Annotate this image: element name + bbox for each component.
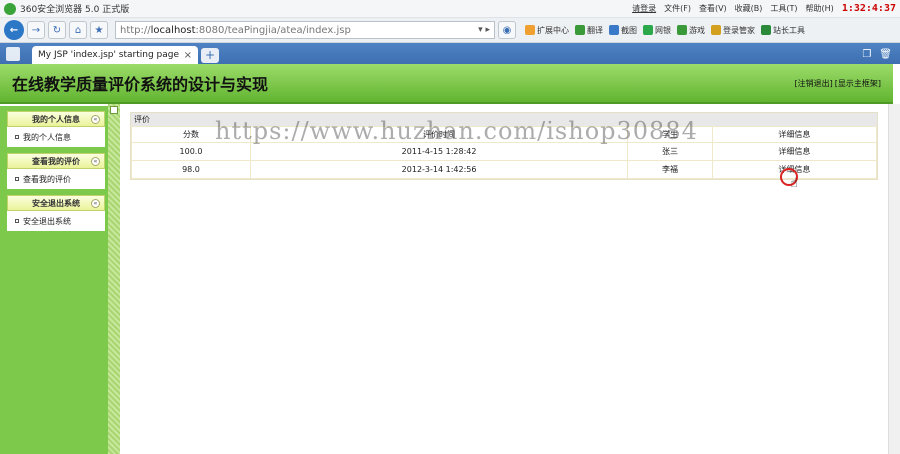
menu-header-logout[interactable]: 安全退出系统 « xyxy=(7,195,105,211)
menu-view[interactable]: 查看(V) xyxy=(699,3,727,14)
bullet-icon xyxy=(15,135,19,139)
webmaster-icon xyxy=(761,24,771,35)
panel-title: 评价 xyxy=(131,113,877,126)
header-links: [注销退出] [显示主框架] xyxy=(795,78,882,89)
address-bar[interactable]: http://localhost:8080/teaPingjia/atea/in… xyxy=(115,21,495,39)
tab-index-jsp[interactable]: My JSP 'index.jsp' starting page × xyxy=(32,46,198,64)
address-dropdown-icon[interactable]: ▾ ▸ xyxy=(478,25,490,35)
ext-center-icon xyxy=(525,24,535,35)
evaluation-panel: 评价 分数 评价时间 学生 详细信息 100.0 2011-4-15 1:28:… xyxy=(130,112,878,180)
url-host: localhost xyxy=(150,24,196,36)
url-prefix: http:// xyxy=(120,24,151,36)
detail-link[interactable]: 详细信息 xyxy=(711,142,878,161)
login-link[interactable]: 请登录 xyxy=(632,3,656,14)
vertical-scrollbar[interactable] xyxy=(888,104,900,454)
frame-splitter[interactable] xyxy=(108,104,120,454)
table-header-row: 分数 评价时间 学生 详细信息 xyxy=(131,126,878,143)
hand-cursor-icon: ☝ xyxy=(790,176,798,191)
refresh-icon[interactable]: ↻ xyxy=(48,21,66,39)
menu-item-evaluations[interactable]: 查看我的评价 xyxy=(7,169,105,189)
close-icon[interactable]: × xyxy=(184,50,192,61)
screenshot-icon xyxy=(609,24,619,35)
collapse-icon[interactable]: « xyxy=(91,157,100,166)
page-title: 在线教学质量评价系统的设计与实现 xyxy=(12,75,269,94)
menu-tools[interactable]: 工具(T) xyxy=(770,3,797,14)
menu-item-logout[interactable]: 安全退出系统 xyxy=(7,211,105,231)
ext-bank[interactable]: 网银 xyxy=(643,24,671,36)
clock-readout: 1:32:4:37 xyxy=(841,3,896,14)
shield-icon[interactable]: ◉ xyxy=(498,21,516,39)
menu-file[interactable]: 文件(F) xyxy=(664,3,691,14)
left-menu-pane: 我的个人信息 « 我的个人信息 查看我的评价 « 查看我的评价 安全退出系统 « 安全… xyxy=(0,106,108,454)
bullet-icon xyxy=(15,219,19,223)
bank-icon xyxy=(643,24,653,35)
tab-label: My JSP 'index.jsp' starting page xyxy=(38,50,180,60)
bullet-icon xyxy=(15,177,19,181)
show-main-frame-link[interactable]: [显示主框架] xyxy=(835,78,881,89)
browser-logo-icon xyxy=(4,2,16,15)
browser-menu: 请登录 文件(F) 查看(V) 收藏(B) 工具(T) 帮助(H) 1:32:4… xyxy=(632,3,896,14)
trash-icon[interactable]: 🗑 xyxy=(879,49,892,60)
menu-group-profile: 我的个人信息 « 我的个人信息 xyxy=(7,111,105,147)
logout-link[interactable]: [注销退出] xyxy=(795,78,833,89)
extension-bar: 扩展中心 翻译 截图 网银 游戏 登录管家 站长工具 xyxy=(525,24,805,36)
menu-help[interactable]: 帮助(H) xyxy=(806,3,834,14)
cell-student: 张三 xyxy=(627,142,713,161)
collapse-icon[interactable]: « xyxy=(91,115,100,124)
cell-score: 98.0 xyxy=(131,160,251,179)
app-header: 在线教学质量评价系统的设计与实现 [注销退出] [显示主框架] xyxy=(0,64,893,104)
browser-titlebar: 360安全浏览器 5.0 正式版 请登录 文件(F) 查看(V) 收藏(B) 工… xyxy=(0,0,900,18)
back-button[interactable]: ← xyxy=(4,20,24,40)
evaluation-table: 分数 评价时间 学生 详细信息 100.0 2011-4-15 1:28:42 … xyxy=(131,126,878,179)
col-time: 评价时间 xyxy=(249,126,629,143)
tab-strip: My JSP 'index.jsp' starting page × + ❐ 🗑 xyxy=(0,43,900,64)
forward-button[interactable]: → xyxy=(27,21,45,39)
games-icon xyxy=(677,24,687,35)
col-score: 分数 xyxy=(131,126,251,143)
ext-screenshot[interactable]: 截图 xyxy=(609,24,637,36)
menu-favorites[interactable]: 收藏(B) xyxy=(735,3,763,14)
tab-strip-tools: ❐ 🗑 xyxy=(862,49,900,64)
menu-header-profile[interactable]: 我的个人信息 « xyxy=(7,111,105,127)
cell-time: 2012-3-14 1:42:56 xyxy=(249,160,629,179)
table-row: 100.0 2011-4-15 1:28:42 张三 详细信息 xyxy=(131,142,878,161)
col-student: 学生 xyxy=(627,126,713,143)
menu-group-evaluations: 查看我的评价 « 查看我的评价 xyxy=(7,153,105,189)
menu-item-profile[interactable]: 我的个人信息 xyxy=(7,127,105,147)
browser-title: 360安全浏览器 5.0 正式版 xyxy=(20,5,130,15)
cell-score: 100.0 xyxy=(131,142,251,161)
cell-time: 2011-4-15 1:28:42 xyxy=(249,142,629,161)
ext-translate[interactable]: 翻译 xyxy=(575,24,603,36)
cell-student: 李福 xyxy=(627,160,713,179)
translate-icon xyxy=(575,24,585,35)
new-tab-button[interactable]: + xyxy=(201,48,219,63)
col-detail: 详细信息 xyxy=(711,126,878,143)
splitter-handle-icon[interactable] xyxy=(110,106,118,114)
ext-center[interactable]: 扩展中心 xyxy=(525,24,569,36)
main-content: 评价 分数 评价时间 学生 详细信息 100.0 2011-4-15 1:28:… xyxy=(120,104,888,454)
ext-webmaster[interactable]: 站长工具 xyxy=(761,24,805,36)
home-icon[interactable]: ⌂ xyxy=(69,21,87,39)
url-path: :8080/teaPingjia/atea/index.jsp xyxy=(195,24,351,36)
collapse-icon[interactable]: « xyxy=(91,199,100,208)
menu-group-logout: 安全退出系统 « 安全退出系统 xyxy=(7,195,105,231)
ext-login-manager[interactable]: 登录管家 xyxy=(711,24,755,36)
ext-games[interactable]: 游戏 xyxy=(677,24,705,36)
window-restore-icon[interactable]: ❐ xyxy=(862,49,871,60)
key-icon xyxy=(711,24,721,35)
sidebar-toggle-icon[interactable] xyxy=(6,47,20,61)
table-row: 98.0 2012-3-14 1:42:56 李福 详细信息 xyxy=(131,160,878,179)
favorite-star-icon[interactable]: ★ xyxy=(90,21,108,39)
menu-header-evaluations[interactable]: 查看我的评价 « xyxy=(7,153,105,169)
browser-toolbar: ← → ↻ ⌂ ★ http://localhost:8080/teaPingj… xyxy=(0,18,900,43)
